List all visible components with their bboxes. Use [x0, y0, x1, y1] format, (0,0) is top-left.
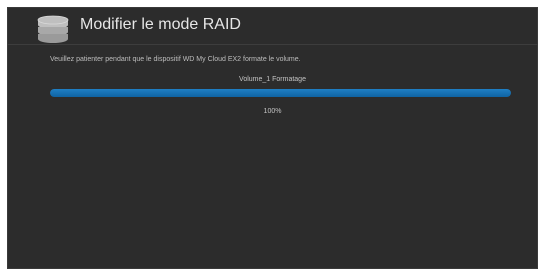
progress-fill	[50, 89, 511, 97]
raid-mode-dialog: Modifier le mode RAID Veuillez patienter…	[7, 7, 538, 269]
dialog-header: Modifier le mode RAID	[7, 7, 538, 45]
dialog-title: Modifier le mode RAID	[80, 16, 241, 33]
format-message: Veuillez patienter pendant que le dispos…	[50, 56, 301, 63]
progress-bar	[50, 89, 511, 97]
progress-percent: 100%	[263, 108, 282, 115]
database-icon	[37, 15, 69, 43]
progress-label: Volume_1 Formatage	[239, 76, 306, 83]
